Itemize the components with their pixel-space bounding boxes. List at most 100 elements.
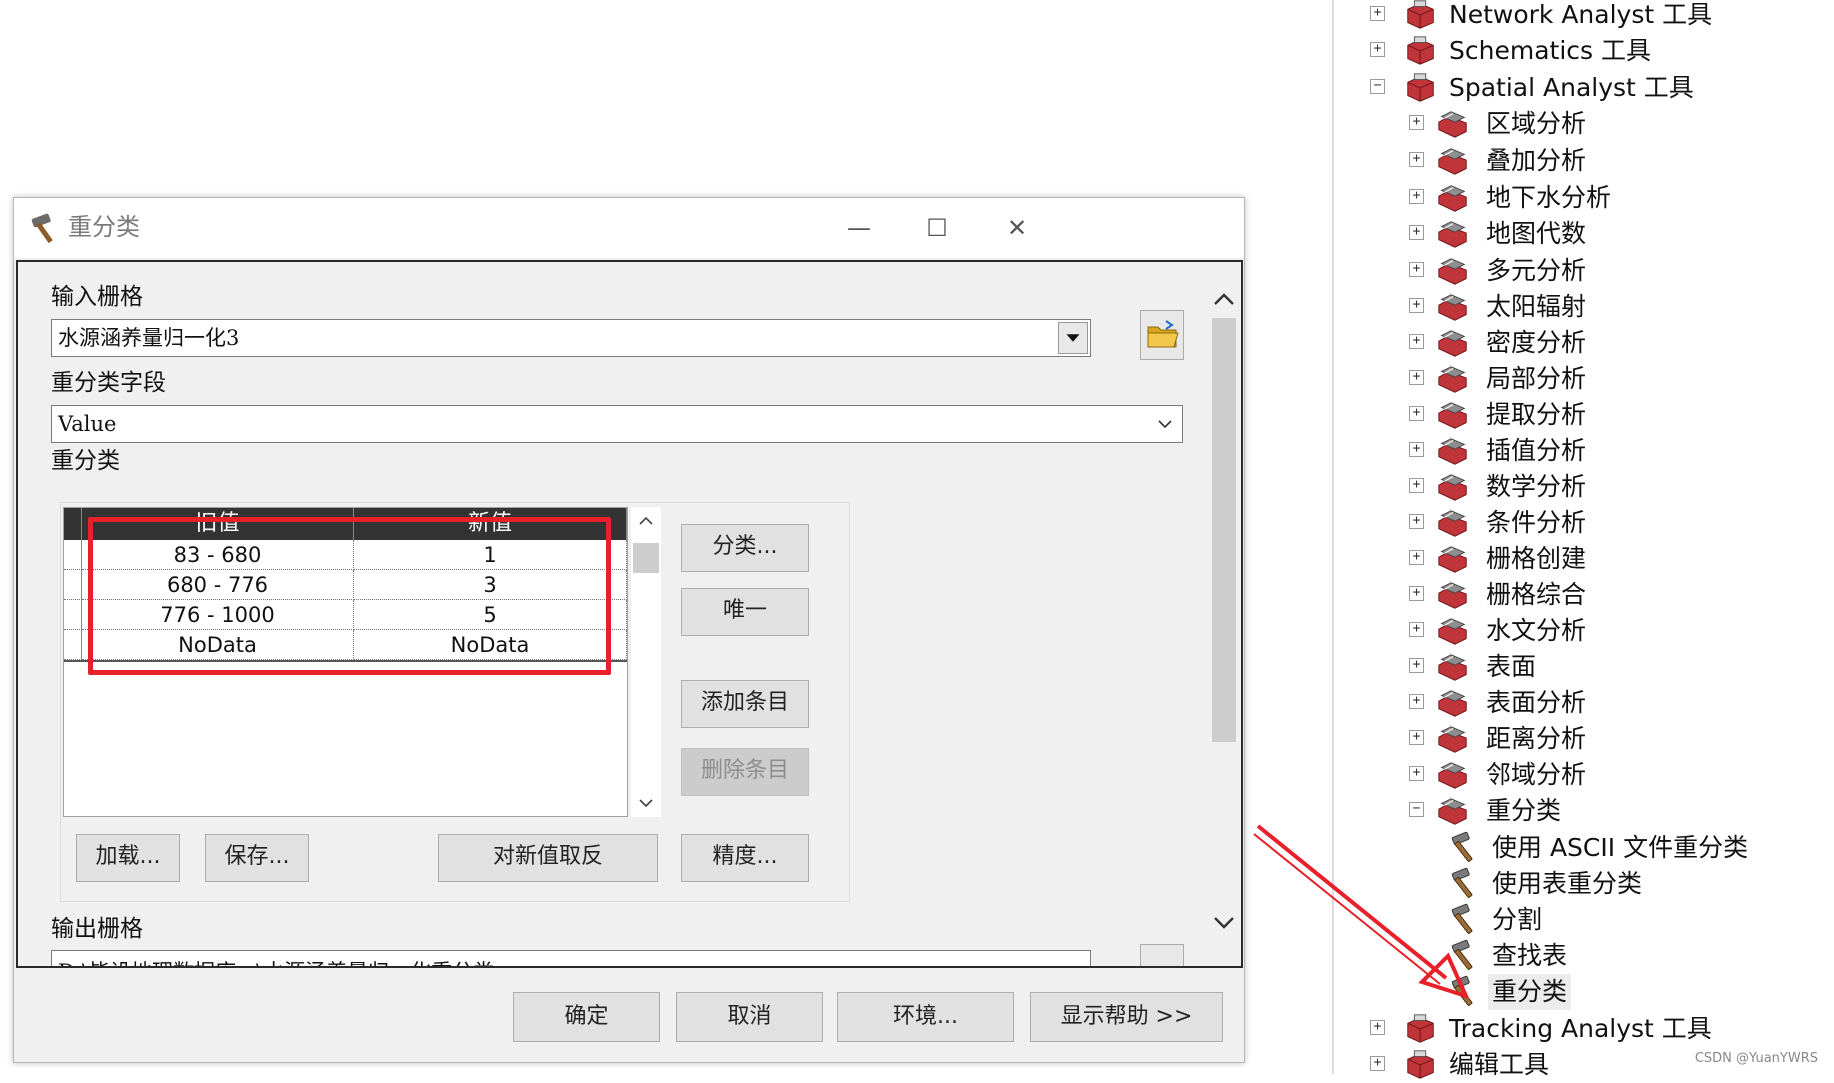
browse-output-button[interactable] bbox=[1140, 944, 1184, 966]
tree-node-toolset[interactable]: + 地图代数 bbox=[1409, 216, 1769, 252]
tree-node-toolset[interactable]: + 邻域分析 bbox=[1409, 757, 1769, 793]
reverse-new-values-button[interactable]: 对新值取反 bbox=[438, 834, 658, 882]
delete-entry-button[interactable]: 删除条目 bbox=[681, 748, 809, 796]
toolbox-icon bbox=[1407, 36, 1434, 65]
show-help-button[interactable]: 显示帮助 >> bbox=[1030, 992, 1223, 1042]
expand-icon[interactable]: + bbox=[1409, 514, 1424, 529]
row-header[interactable] bbox=[64, 570, 82, 600]
title-bar[interactable]: 重分类 — ☐ ✕ bbox=[14, 198, 1244, 258]
toolset-icon bbox=[1438, 510, 1467, 537]
tree-node-toolset[interactable]: + 太阳辐射 bbox=[1409, 289, 1769, 325]
add-entry-button[interactable]: 添加条目 bbox=[681, 680, 809, 728]
expand-icon[interactable]: + bbox=[1409, 334, 1424, 349]
tree-node-toolset[interactable]: + 插值分析 bbox=[1409, 433, 1769, 469]
tree-node-toolset[interactable]: + 数学分析 bbox=[1409, 469, 1769, 505]
scroll-thumb[interactable] bbox=[633, 543, 659, 573]
tree-node-toolset[interactable]: + 条件分析 bbox=[1409, 505, 1769, 541]
tree-node-spatial-analyst[interactable]: − Spatial Analyst 工具 bbox=[1370, 70, 1810, 106]
tool-reclass-by-table[interactable]: 使用表重分类 bbox=[1448, 866, 1808, 902]
ok-button[interactable]: 确定 bbox=[513, 992, 660, 1042]
tool-reclassify[interactable]: 重分类 bbox=[1448, 974, 1808, 1010]
tree-node-label: 地图代数 bbox=[1486, 219, 1587, 248]
close-button[interactable]: ✕ bbox=[990, 208, 1044, 248]
table-corner bbox=[64, 508, 82, 540]
row-header[interactable] bbox=[64, 540, 82, 570]
expand-icon[interactable]: + bbox=[1409, 370, 1424, 385]
expand-icon[interactable]: + bbox=[1409, 298, 1424, 313]
browse-input-button[interactable] bbox=[1140, 310, 1184, 360]
output-raster-field[interactable]: D:\毕设地理数据库...\水源涵养量归一化重分类 bbox=[51, 950, 1091, 966]
tree-node-toolset[interactable]: + 提取分析 bbox=[1409, 397, 1769, 433]
tree-node-toolset[interactable]: + 距离分析 bbox=[1409, 721, 1769, 757]
expand-icon[interactable]: + bbox=[1409, 550, 1424, 565]
scroll-up-icon[interactable] bbox=[638, 515, 654, 527]
tool-lookup[interactable]: 查找表 bbox=[1448, 938, 1808, 974]
scroll-down-icon[interactable] bbox=[638, 797, 654, 809]
scroll-up-icon[interactable] bbox=[1212, 290, 1236, 308]
hammer-icon bbox=[31, 213, 53, 244]
expand-icon[interactable]: + bbox=[1370, 42, 1385, 57]
form-scrollbar[interactable] bbox=[1206, 262, 1241, 966]
expand-icon[interactable]: + bbox=[1409, 694, 1424, 709]
tree-node-toolset[interactable]: + 局部分析 bbox=[1409, 361, 1769, 397]
tree-node-tracking-analyst[interactable]: + Tracking Analyst 工具 bbox=[1370, 1011, 1810, 1047]
tree-node-toolset[interactable]: + 多元分析 bbox=[1409, 253, 1769, 289]
scroll-thumb[interactable] bbox=[1212, 318, 1236, 742]
tree-node-label: 叠加分析 bbox=[1486, 146, 1587, 175]
tree-node-network-analyst[interactable]: + Network Analyst 工具 bbox=[1370, 0, 1810, 33]
collapse-icon[interactable]: − bbox=[1370, 79, 1385, 94]
scroll-down-icon[interactable] bbox=[1212, 914, 1236, 932]
row-header[interactable] bbox=[64, 600, 82, 630]
tree-node-toolset[interactable]: + 区域分析 bbox=[1409, 106, 1769, 142]
annotation-arrow bbox=[1253, 824, 1470, 1000]
environments-button[interactable]: 环境... bbox=[837, 992, 1014, 1042]
toolset-icon bbox=[1438, 185, 1467, 212]
expand-icon[interactable]: + bbox=[1409, 658, 1424, 673]
classify-button[interactable]: 分类... bbox=[681, 524, 809, 572]
maximize-button[interactable]: ☐ bbox=[910, 208, 964, 248]
tree-node-toolset[interactable]: + 密度分析 bbox=[1409, 325, 1769, 361]
expand-icon[interactable]: + bbox=[1370, 6, 1385, 21]
tree-node-label: Schematics 工具 bbox=[1449, 36, 1651, 65]
tool-slice[interactable]: 分割 bbox=[1448, 902, 1808, 938]
tree-node-toolset[interactable]: + 水文分析 bbox=[1409, 613, 1769, 649]
expand-icon[interactable]: + bbox=[1409, 730, 1424, 745]
load-button[interactable]: 加载... bbox=[76, 834, 180, 882]
expand-icon[interactable]: + bbox=[1409, 225, 1424, 240]
tree-node-toolset[interactable]: + 栅格综合 bbox=[1409, 577, 1769, 613]
save-button[interactable]: 保存... bbox=[205, 834, 309, 882]
tree-node-schematics[interactable]: + Schematics 工具 bbox=[1370, 33, 1810, 69]
toolbox-icon bbox=[1407, 1050, 1434, 1079]
tree-node-toolset[interactable]: + 地下水分析 bbox=[1409, 180, 1769, 216]
tree-node-label: 提取分析 bbox=[1486, 400, 1587, 429]
tool-reclass-by-ascii[interactable]: 使用 ASCII 文件重分类 bbox=[1448, 830, 1808, 866]
tree-node-label: 局部分析 bbox=[1486, 364, 1587, 393]
precision-button[interactable]: 精度... bbox=[681, 834, 809, 882]
expand-icon[interactable]: + bbox=[1409, 478, 1424, 493]
tree-node-toolset[interactable]: + 表面分析 bbox=[1409, 685, 1769, 721]
expand-icon[interactable]: + bbox=[1409, 622, 1424, 637]
expand-icon[interactable]: + bbox=[1370, 1020, 1385, 1035]
dropdown-arrow-icon[interactable] bbox=[1058, 322, 1088, 354]
unique-button[interactable]: 唯一 bbox=[681, 588, 809, 636]
tree-node-toolset[interactable]: + 栅格创建 bbox=[1409, 541, 1769, 577]
expand-icon[interactable]: + bbox=[1409, 586, 1424, 601]
tree-node-toolset[interactable]: + 叠加分析 bbox=[1409, 143, 1769, 179]
expand-icon[interactable]: + bbox=[1409, 766, 1424, 781]
highlight-box bbox=[88, 517, 611, 675]
minimize-button[interactable]: — bbox=[832, 208, 886, 248]
expand-icon[interactable]: + bbox=[1409, 442, 1424, 457]
tree-node-toolset[interactable]: + 表面 bbox=[1409, 649, 1769, 685]
expand-icon[interactable]: + bbox=[1409, 406, 1424, 421]
collapse-icon[interactable]: − bbox=[1409, 802, 1424, 817]
expand-icon[interactable]: + bbox=[1370, 1056, 1385, 1071]
expand-icon[interactable]: + bbox=[1409, 262, 1424, 277]
input-raster-combo[interactable]: 水源涵养量归一化3 bbox=[51, 319, 1091, 357]
cancel-button[interactable]: 取消 bbox=[676, 992, 823, 1042]
reclass-field-select[interactable]: Value bbox=[51, 405, 1183, 443]
expand-icon[interactable]: + bbox=[1409, 152, 1424, 167]
expand-icon[interactable]: + bbox=[1409, 189, 1424, 204]
expand-icon[interactable]: + bbox=[1409, 115, 1424, 130]
row-header[interactable] bbox=[64, 630, 82, 660]
table-scrollbar[interactable] bbox=[631, 507, 661, 817]
